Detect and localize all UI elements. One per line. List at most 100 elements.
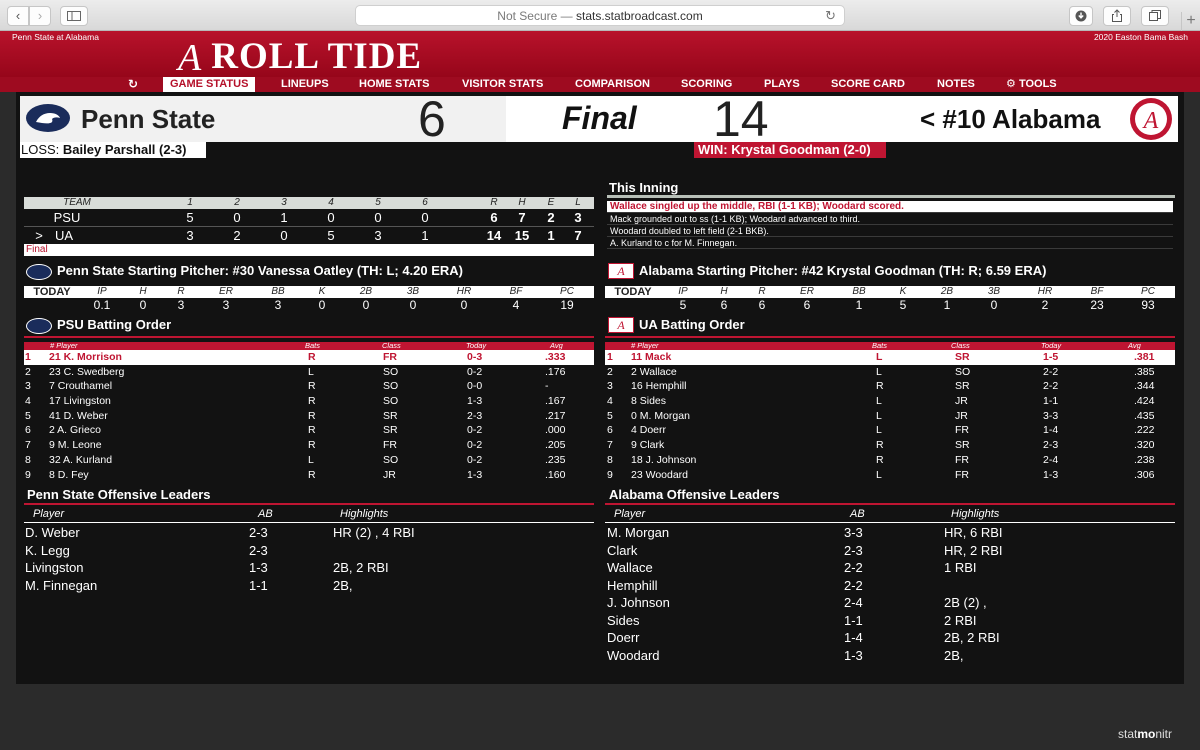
tab-lineups[interactable]: LINEUPS (281, 78, 329, 91)
batting-row[interactable]: 6 2 A. Grieco R SR 0-2 .000 (24, 423, 594, 438)
visitor-score: 6 (418, 91, 446, 147)
play-item: Wallace singled up the middle, RBI (1-1 … (607, 201, 1173, 213)
tab-home-stats[interactable]: HOME STATS (359, 78, 429, 91)
visitor-batting-title: PSU Batting Order (57, 317, 172, 332)
visitor-team-name: Penn State (81, 104, 216, 134)
batting-row[interactable]: 3 7 Crouthamel R SO 0-0 - (24, 379, 594, 394)
batting-player: 11 Mack (631, 351, 672, 363)
batting-order-number: 8 (607, 453, 613, 466)
linescore-errors: 2 (547, 210, 555, 225)
batting-class: FR (383, 439, 397, 452)
leader-row[interactable]: Hemphill 2-2 (605, 577, 1175, 595)
batting-row[interactable]: 9 23 Woodard L FR 1-3 .306 (605, 468, 1175, 483)
batting-row[interactable]: 7 9 M. Leone R FR 0-2 .205 (24, 438, 594, 453)
leader-ab: 1-1 (844, 612, 863, 628)
penn-state-mini-logo (26, 264, 52, 280)
this-inning-divider (607, 195, 1175, 198)
batting-player: 16 Hemphill (631, 380, 687, 393)
leader-row[interactable]: K. Legg 2-3 (24, 542, 594, 560)
tab-scoring[interactable]: SCORING (681, 78, 732, 91)
batting-row[interactable]: 1 21 K. Morrison R FR 0-3 .333 (24, 350, 594, 365)
tab-notes[interactable]: NOTES (937, 78, 975, 91)
batting-row[interactable]: 5 41 D. Weber R SR 2-3 .217 (24, 409, 594, 424)
share-button[interactable] (1103, 6, 1131, 26)
linescore-row-visitor: PSU 5 0 1 0 0 0 6 7 2 3 (24, 209, 594, 227)
tab-plays[interactable]: PLAYS (764, 78, 800, 91)
leader-row[interactable]: M. Morgan 3-3 HR, 6 RBI (605, 524, 1175, 542)
linescore-inning-run: 0 (233, 210, 241, 225)
leader-ab: 2-2 (844, 560, 863, 575)
linescore-inning-run: 3 (374, 228, 382, 243)
new-tab-button[interactable]: + (1181, 12, 1200, 31)
tab-tools[interactable]: ⚙ TOOLS (1006, 78, 1057, 91)
leader-player: J. Johnson (607, 595, 670, 610)
leader-row[interactable]: D. Weber 2-3 HR (2) , 4 RBI (24, 524, 594, 542)
tabs-icon (1149, 10, 1161, 21)
batting-row[interactable]: 6 4 Doerr L FR 1-4 .222 (605, 423, 1175, 438)
leader-row[interactable]: J. Johnson 2-4 2B (2) , (605, 594, 1175, 612)
pitcher-stat: 2 (1041, 298, 1049, 312)
leader-ab: 2-2 (844, 577, 863, 593)
batting-order-number: 6 (607, 424, 613, 437)
batting-row[interactable]: 8 18 J. Johnson R FR 2-4 .238 (605, 453, 1175, 468)
home-batting-table: # Player Bats Class Today Avg 1 11 Mack L S… (605, 342, 1175, 482)
batting-order-number: 4 (25, 395, 31, 408)
leader-row[interactable]: Doerr 1-4 2B, 2 RBI (605, 629, 1175, 647)
linescore-lob: 3 (574, 210, 582, 225)
linescore-inning-run: 1 (421, 228, 429, 243)
leader-row[interactable]: Clark 2-3 HR, 2 RBI (605, 542, 1175, 560)
linescore-inning-run: 3 (186, 228, 194, 243)
batting-row[interactable]: 4 17 Livingston R SO 1-3 .167 (24, 394, 594, 409)
pitcher-header-stat: K (318, 286, 326, 297)
leader-row[interactable]: Woodard 1-3 2B, (605, 647, 1175, 665)
section-divider (605, 503, 1175, 505)
refresh-icon[interactable]: ↻ (128, 78, 138, 91)
batting-row[interactable]: 7 9 Clark R SR 2-3 .320 (605, 438, 1175, 453)
batting-row[interactable]: 2 2 Wallace L SO 2-2 .385 (605, 365, 1175, 380)
forward-button[interactable]: › (29, 6, 51, 26)
batting-class: SR (383, 424, 398, 437)
address-bar[interactable]: Not Secure — stats.statbroadcast.com ↻ (355, 5, 845, 26)
batting-row[interactable]: 5 0 M. Morgan L JR 3-3 .435 (605, 409, 1175, 424)
tab-visitor-stats[interactable]: VISITOR STATS (462, 78, 543, 91)
leader-row[interactable]: Sides 1-1 2 RBI (605, 612, 1175, 630)
tabs-overview-button[interactable] (1141, 6, 1169, 26)
batting-avg: - (545, 380, 549, 393)
pitcher-header-stat: H (720, 286, 728, 297)
pitcher-header-stat: BB (852, 286, 866, 297)
losing-pitcher: LOSS: Bailey Parshall (2-3) (20, 142, 206, 158)
leader-row[interactable]: M. Finnegan 1-1 2B, (24, 577, 594, 595)
tab-game-status[interactable]: GAME STATUS (163, 77, 256, 92)
back-button[interactable]: ‹ (7, 6, 29, 26)
home-score: 14 (713, 91, 769, 147)
leader-player: M. Morgan (607, 525, 670, 540)
batting-row[interactable]: 3 16 Hemphill R SR 2-2 .344 (605, 379, 1175, 394)
leaders-rows: D. Weber 2-3 HR (2) , 4 RBI K. Legg 2-3 Livin… (24, 524, 594, 594)
sidebar-toggle-button[interactable] (60, 6, 88, 26)
statmonitr-logo[interactable]: statmonitr (1118, 727, 1172, 741)
batting-row[interactable]: 2 23 C. Swedberg L SO 0-2 .176 (24, 365, 594, 380)
leader-row[interactable]: Wallace 2-2 1 RBI (605, 559, 1175, 577)
batting-row[interactable]: 9 8 D. Fey R JR 1-3 .160 (24, 468, 594, 483)
brand-part: stat (1118, 727, 1138, 741)
downloads-button[interactable] (1069, 6, 1093, 26)
tab-score-card[interactable]: SCORE CARD (831, 78, 905, 91)
linescore-header-inning: 4 (328, 197, 334, 208)
batting-today: 2-4 (1043, 453, 1059, 466)
batting-row[interactable]: 8 32 A. Kurland L SO 0-2 .235 (24, 453, 594, 468)
batting-bats: L (308, 365, 314, 378)
roll-tide-logo[interactable]: A ROLL TIDE (178, 37, 422, 78)
batting-row[interactable]: 4 8 Sides L JR 1-1 .424 (605, 394, 1175, 409)
batting-player: 18 J. Johnson (631, 453, 697, 466)
batting-row[interactable]: 1 11 Mack L SR 1-5 .381 (605, 350, 1175, 365)
leader-row[interactable]: Livingston 1-3 2B, 2 RBI (24, 559, 594, 577)
linescore-table: TEAM 1 2 3 4 5 6 R H E L PSU 5 0 1 0 0 0… (24, 197, 594, 245)
pitcher-header-stat: H (139, 286, 147, 297)
batting-today: 1-5 (1043, 351, 1059, 363)
reload-icon[interactable]: ↻ (825, 6, 836, 26)
tab-comparison[interactable]: COMPARISON (575, 78, 650, 91)
linescore-header-runs: R (490, 197, 498, 208)
pitcher-stat-row: 0.1 0 3 3 3 0 0 0 0 4 19 (24, 298, 594, 312)
home-pitcher-title: Alabama Starting Pitcher: #42 Krystal Go… (639, 263, 1047, 278)
leaders-header-ab: AB (258, 508, 273, 520)
